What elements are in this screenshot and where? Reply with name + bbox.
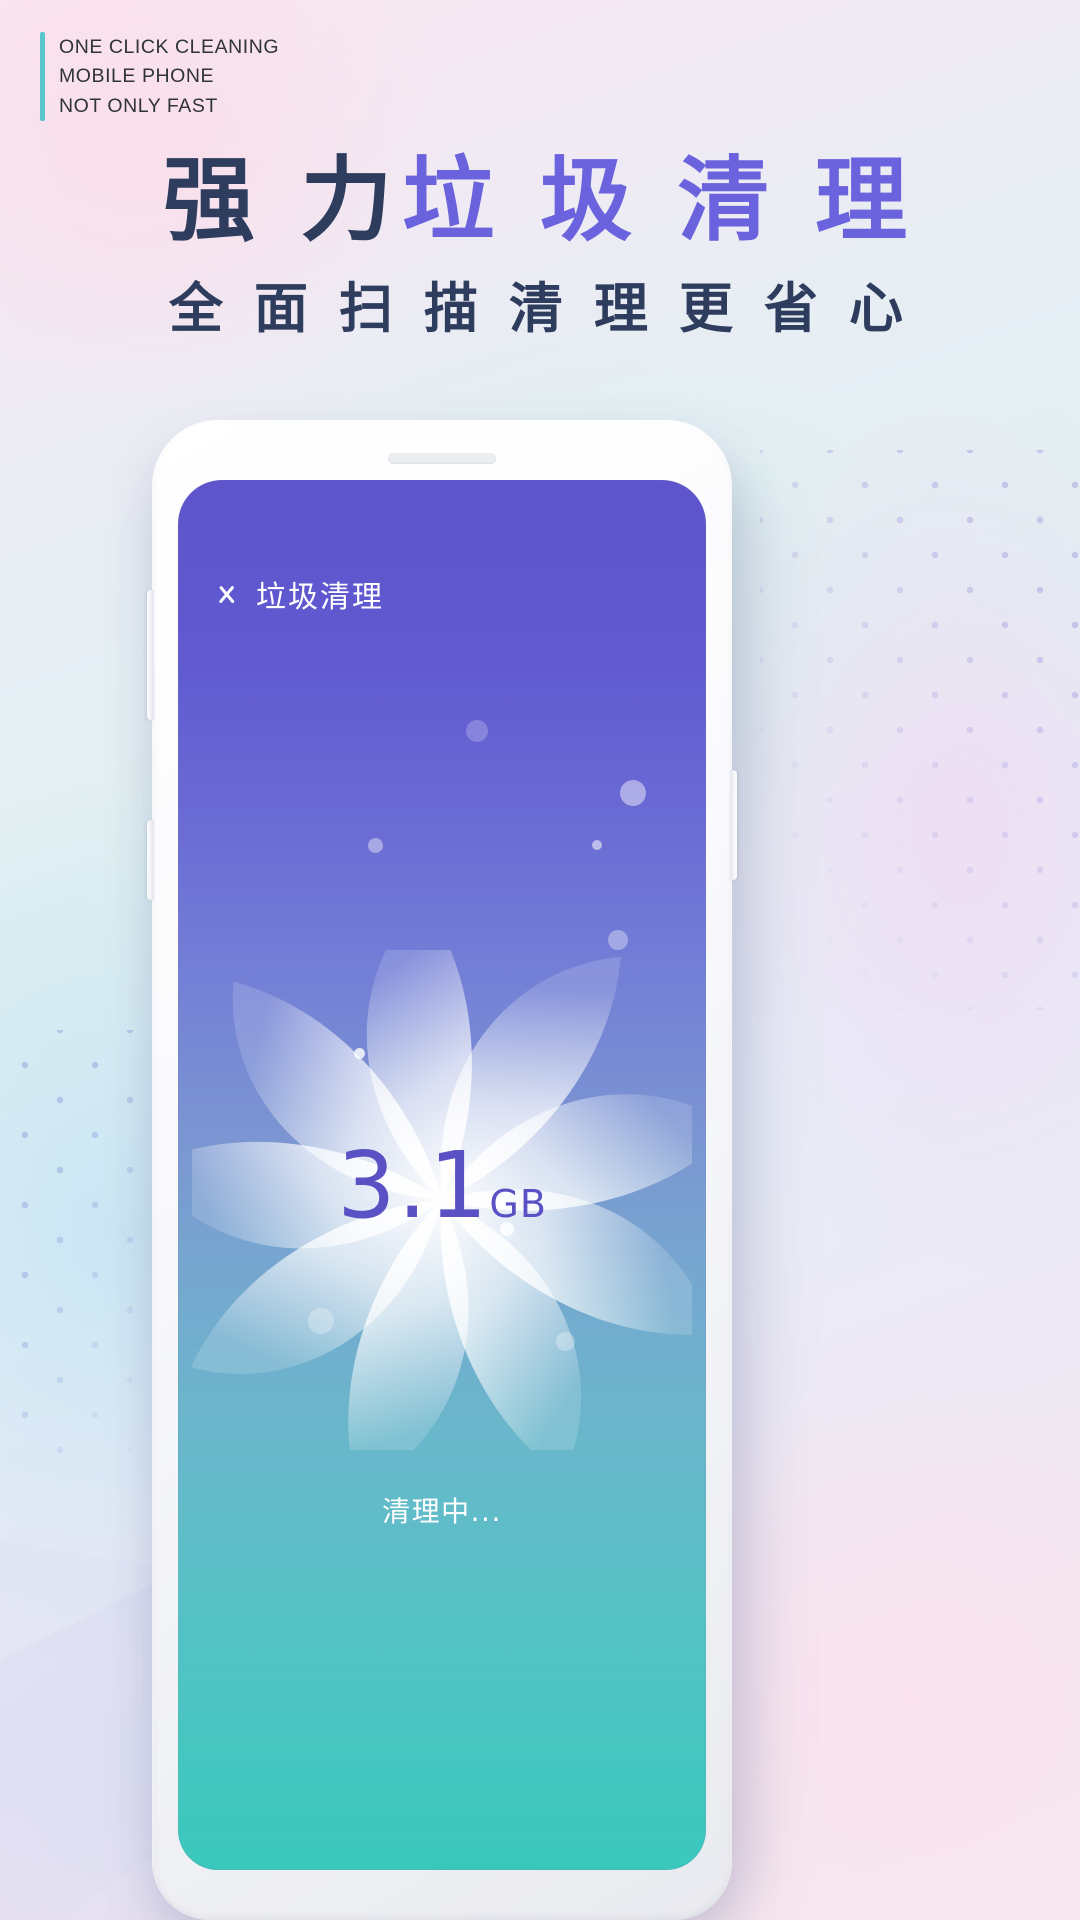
app-title: 垃圾清理 <box>256 580 384 615</box>
bubble-decoration <box>592 840 602 850</box>
page-title: 强 力垃 圾 清 理 <box>0 150 1080 252</box>
dot-pattern-right <box>760 450 1080 1010</box>
page-subtitle: 全 面 扫 描 清 理 更 省 心 <box>168 279 912 339</box>
eyebrow-block: ONE CLICK CLEANING MOBILE PHONE NOT ONLY… <box>40 32 279 121</box>
power-button[interactable] <box>730 770 737 880</box>
back-chevron-icon[interactable] <box>216 576 238 612</box>
poster-canvas: ONE CLICK CLEANING MOBILE PHONE NOT ONLY… <box>0 0 1080 1920</box>
volume-up-button[interactable] <box>147 590 154 720</box>
phone-screen: 垃圾清理 3.1GB 清理中... <box>178 480 706 1870</box>
bubble-decoration <box>368 838 383 853</box>
phone-mockup: 垃圾清理 3.1GB 清理中... <box>147 420 737 1920</box>
bubble-decoration <box>466 720 488 742</box>
cleanable-size-readout: 3.1GB <box>178 1140 706 1232</box>
status-text: 清理中... <box>382 1495 502 1528</box>
eyebrow-lines: ONE CLICK CLEANING MOBILE PHONE NOT ONLY… <box>59 32 279 121</box>
headline-accent-part: 垃 圾 清 理 <box>402 150 918 252</box>
bubble-decoration <box>620 780 646 806</box>
eyebrow-accent-bar <box>40 32 45 121</box>
eyebrow-line-3: NOT ONLY FAST <box>59 94 218 117</box>
app-header: 垃圾清理 <box>178 572 706 616</box>
bubble-decoration <box>608 930 628 950</box>
earpiece-speaker <box>388 453 496 464</box>
size-unit: GB <box>489 1182 547 1226</box>
headline-dark-part: 强 力 <box>162 150 403 252</box>
eyebrow-line-1: ONE CLICK CLEANING <box>59 36 280 58</box>
volume-down-button[interactable] <box>147 820 154 900</box>
eyebrow-line-2: MOBILE PHONE <box>59 65 215 88</box>
size-value: 3.1 <box>337 1132 490 1239</box>
